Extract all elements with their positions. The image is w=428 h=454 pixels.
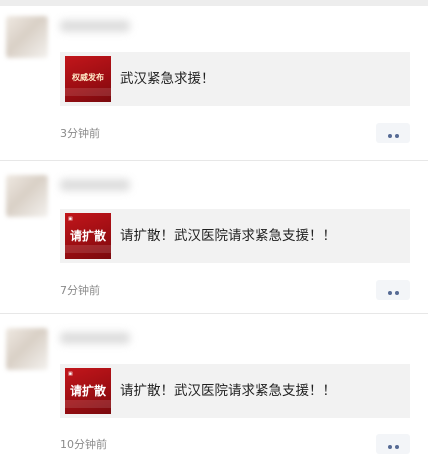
more-actions-button[interactable] — [376, 280, 410, 300]
moments-post-3: ▣ 请扩散 请扩散！武汉医院请求紧急支援！！ 10分钟前 — [0, 314, 428, 454]
thumbnail-text: 权威发布 — [72, 73, 104, 82]
thumbnail-text: 请扩散 — [69, 384, 106, 398]
shared-article-card[interactable]: ▣ 请扩散 请扩散！武汉医院请求紧急支援！！ — [60, 209, 410, 263]
post-timestamp: 3分钟前 — [60, 127, 100, 140]
thumbnail-tag: ▣ — [68, 216, 73, 222]
article-thumbnail: 权威发布 — [65, 56, 111, 102]
more-dots-icon — [387, 134, 392, 138]
more-dots-icon — [394, 134, 399, 138]
author-name-redacted[interactable] — [60, 20, 130, 32]
moments-post-2: ▣ 请扩散 请扩散！武汉医院请求紧急支援！！ 7分钟前 — [0, 161, 428, 311]
article-title: 请扩散！武汉医院请求紧急支援！！ — [120, 383, 336, 399]
avatar[interactable] — [6, 16, 48, 58]
moments-post-1: 权威发布 武汉紧急求援！ 3分钟前 — [0, 6, 428, 158]
shared-article-card[interactable]: 权威发布 武汉紧急求援！ — [60, 52, 410, 106]
avatar[interactable] — [6, 328, 48, 370]
more-dots-icon — [387, 445, 392, 449]
post-timestamp: 10分钟前 — [60, 438, 107, 451]
article-title: 请扩散！武汉医院请求紧急支援！！ — [120, 228, 336, 244]
article-title: 武汉紧急求援！ — [120, 71, 215, 87]
more-dots-icon — [394, 445, 399, 449]
more-actions-button[interactable] — [376, 434, 410, 454]
post-timestamp: 7分钟前 — [60, 284, 100, 297]
thumbnail-tag: ▣ — [68, 371, 73, 377]
article-thumbnail: ▣ 请扩散 — [65, 213, 111, 259]
article-thumbnail: ▣ 请扩散 — [65, 368, 111, 414]
more-dots-icon — [387, 291, 392, 295]
thumbnail-decoration — [65, 88, 111, 96]
more-dots-icon — [394, 291, 399, 295]
author-name-redacted[interactable] — [60, 179, 130, 191]
thumbnail-decoration — [65, 400, 111, 408]
shared-article-card[interactable]: ▣ 请扩散 请扩散！武汉医院请求紧急支援！！ — [60, 364, 410, 418]
author-name-redacted[interactable] — [60, 332, 130, 344]
more-actions-button[interactable] — [376, 123, 410, 143]
thumbnail-decoration — [65, 245, 111, 253]
avatar[interactable] — [6, 175, 48, 217]
thumbnail-text: 请扩散 — [69, 229, 106, 243]
